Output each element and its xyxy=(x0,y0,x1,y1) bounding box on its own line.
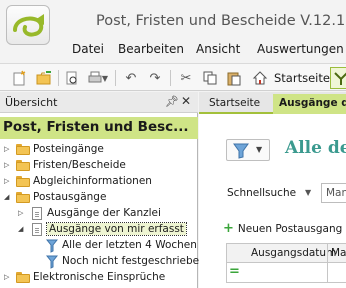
document-icon xyxy=(32,223,42,236)
menu-ansicht[interactable]: Ansicht xyxy=(196,42,240,56)
redo-icon[interactable]: ↷ xyxy=(146,69,164,87)
expand-icon[interactable]: ▷ xyxy=(4,145,12,154)
filter-icon xyxy=(233,143,249,159)
column-header-ausgangsdatum[interactable]: Ausgangsdatum xyxy=(251,247,336,259)
menu-auswertungen[interactable]: Auswertungen xyxy=(257,42,344,56)
schnellsuche-label: Schnellsuche xyxy=(227,187,297,199)
grid-filter-row[interactable]: = xyxy=(226,263,346,283)
column-divider xyxy=(327,244,328,263)
column-header-2[interactable]: Ma xyxy=(331,247,346,259)
panel-heading: Post, Fristen und Besc... xyxy=(3,119,189,135)
folder-icon xyxy=(16,144,30,155)
filter-operator-icon[interactable]: = xyxy=(229,264,240,279)
menu-bearbeiten[interactable]: Bearbeiten xyxy=(118,42,184,56)
overview-panel-header: Übersicht 📌︎ ✕ xyxy=(0,92,198,113)
toolbar-separator xyxy=(115,70,116,86)
print-dropdown-chevron-icon[interactable]: ▼ xyxy=(101,69,109,87)
folder-icon xyxy=(16,176,30,187)
cut-icon[interactable]: ✂ xyxy=(177,69,195,87)
tab-ausgaenge[interactable]: Ausgänge d xyxy=(273,94,346,114)
tree-item-noch-nicht-festgeschrieben[interactable]: Noch nicht festgeschrieben xyxy=(0,254,206,269)
panel-heading-bar: Post, Fristen und Besc... xyxy=(0,117,198,139)
overview-panel-title: Übersicht xyxy=(5,96,58,109)
tree-item-label: Alle der letzten 4 Wochen xyxy=(62,239,197,251)
tab-strip: Startseite Ausgänge d xyxy=(199,92,346,114)
paste-icon[interactable] xyxy=(225,69,243,87)
column-divider xyxy=(327,263,328,282)
tree-item-elektronische-einsprueche[interactable]: ▷ Elektronische Einsprüche xyxy=(0,270,198,285)
window-title: Post, Fristen und Bescheide V.12.15 xyxy=(96,13,346,29)
tree-item-label: Postausgänge xyxy=(33,191,107,203)
filter-icon xyxy=(45,255,59,269)
copy-icon[interactable] xyxy=(201,69,219,87)
content-panel: Startseite Ausgänge d ▼ Alle de Schnells… xyxy=(199,92,346,288)
new-postausgang-button[interactable]: + Neuen Postausgang a xyxy=(223,221,346,236)
tree-item-fristen-bescheide[interactable]: ▷ Fristen/Bescheide xyxy=(0,158,198,173)
undo-icon[interactable]: ↶ xyxy=(122,69,140,87)
filter-dropdown-button[interactable]: ▼ xyxy=(226,139,270,161)
toolbar-separator xyxy=(58,70,59,86)
tree-item-ausgaenge-der-kanzlei[interactable]: ▷ Ausgänge der Kanzlei xyxy=(0,206,198,221)
chevron-down-icon: ▼ xyxy=(256,145,263,154)
tree-item-alle-der-letzten-4-wochen[interactable]: Alle der letzten 4 Wochen xyxy=(0,238,198,253)
close-icon[interactable]: ✕ xyxy=(181,94,191,108)
overview-panel: Übersicht 📌︎ ✕ Post, Fristen und Besc...… xyxy=(0,92,206,288)
tree-item-label: Fristen/Bescheide xyxy=(33,159,126,171)
tree-item-label: Posteingänge xyxy=(33,143,104,155)
tree-view-button[interactable] xyxy=(330,67,346,89)
toolbar-separator xyxy=(170,70,171,86)
document-icon xyxy=(32,207,42,220)
startseite-button-label[interactable]: Startseite xyxy=(274,71,330,85)
folder-icon xyxy=(16,192,30,203)
new-icon[interactable] xyxy=(11,69,29,87)
home-icon[interactable] xyxy=(251,69,269,87)
filter-icon xyxy=(45,239,59,253)
collapse-icon[interactable]: ◢ xyxy=(18,225,26,234)
search-input[interactable]: Man xyxy=(321,183,346,203)
collapse-icon[interactable]: ◢ xyxy=(4,193,12,202)
grid-header: Ausgangsdatum Ma xyxy=(226,243,346,263)
menu-datei[interactable]: Datei xyxy=(72,42,104,56)
tree-item-ausgaenge-von-mir-erfasst[interactable]: ◢ Ausgänge von mir erfasst xyxy=(0,222,198,237)
expand-icon[interactable]: ▷ xyxy=(4,273,12,282)
view-title: Alle de xyxy=(285,138,346,158)
tree-item-label: Noch nicht festgeschrieben xyxy=(62,255,206,267)
chevron-down-icon[interactable]: ▼ xyxy=(305,188,311,197)
open-folder-icon[interactable] xyxy=(35,69,53,87)
expand-icon[interactable]: ▷ xyxy=(4,177,12,186)
tree-item-abgleichinformationen[interactable]: ▷ Abgleichinformationen xyxy=(0,174,198,189)
plus-icon: + xyxy=(223,221,234,236)
tree-item-label: Abgleichinformationen xyxy=(33,175,152,187)
tree-item-posteingaenge[interactable]: ▷ Posteingänge xyxy=(0,142,198,157)
pin-icon[interactable]: 📌︎ xyxy=(165,95,179,108)
folder-icon xyxy=(16,160,30,171)
print-preview-icon[interactable] xyxy=(63,69,81,87)
expand-icon[interactable]: ▷ xyxy=(18,209,26,218)
new-postausgang-label: Neuen Postausgang a xyxy=(237,223,346,235)
tree-icon xyxy=(334,72,346,85)
tree-item-label: Ausgänge der Kanzlei xyxy=(47,207,161,219)
expand-icon[interactable]: ▷ xyxy=(4,161,12,170)
folder-icon xyxy=(16,272,30,283)
tree-item-label: Ausgänge von mir erfasst xyxy=(46,222,187,236)
menu-bar: Datei Bearbeiten Ansicht Auswertungen xyxy=(0,38,346,60)
tree-item-postausgaenge[interactable]: ◢ Postausgänge xyxy=(0,190,198,205)
toolbar: ▼ ↶ ↷ ✂ Startseite xyxy=(0,63,346,91)
tree-item-label: Elektronische Einsprüche xyxy=(33,271,166,283)
title-bar: Post, Fristen und Bescheide V.12.15 xyxy=(0,0,346,45)
tab-startseite[interactable]: Startseite xyxy=(209,97,260,109)
